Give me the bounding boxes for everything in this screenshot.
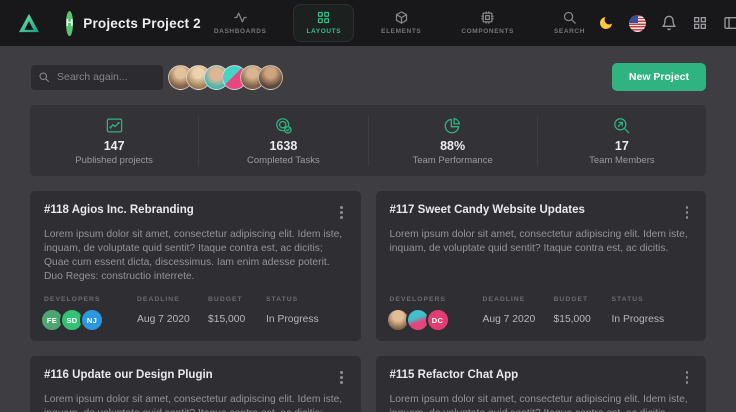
- navbar-actions: [598, 10, 736, 37]
- project-description: Lorem ipsum dolor sit amet, consectetur …: [390, 393, 693, 412]
- deadline-value: Aug 7 2020: [137, 308, 208, 332]
- kebab-menu-icon[interactable]: [336, 203, 347, 222]
- target-check-icon: [274, 116, 293, 135]
- moon-icon: [598, 15, 614, 31]
- stat-label: Published projects: [75, 155, 153, 166]
- project-description: Lorem ipsum dolor sit amet, consectetur …: [390, 228, 693, 256]
- sidebar-layout-icon: [723, 15, 736, 31]
- kebab-menu-icon[interactable]: [336, 368, 347, 387]
- project-card-footer: DEVELOPERS DC DEADLINE Aug 7 2020 BUDGET…: [390, 284, 693, 332]
- bell-icon: [661, 15, 677, 31]
- toolbar-row: New Project: [30, 63, 706, 91]
- projects-grid: #118 Agios Inc. Rebranding Lorem ipsum d…: [30, 191, 706, 412]
- nav-item-layouts[interactable]: LAYOUTS: [293, 4, 354, 42]
- stat-team-performance: 88% Team Performance: [369, 116, 538, 166]
- activity-icon: [233, 10, 248, 25]
- deadline-value: Aug 7 2020: [483, 308, 554, 332]
- sidebar-toggle-button[interactable]: [723, 15, 736, 31]
- stats-panel: 147 Published projects 1638 Completed Ta…: [30, 105, 706, 176]
- developer-avatar[interactable]: DC: [426, 308, 450, 332]
- notifications-button[interactable]: [661, 15, 677, 31]
- budget-value: $15,000: [208, 308, 266, 332]
- stat-published-projects: 147 Published projects: [30, 116, 199, 166]
- developers-label: DEVELOPERS: [390, 296, 483, 303]
- search-icon: [38, 71, 50, 83]
- project-title: #117 Sweet Candy Website Updates: [390, 203, 585, 217]
- stat-label: Team Members: [589, 155, 654, 166]
- status-label: STATUS: [266, 296, 319, 303]
- dark-mode-toggle[interactable]: [598, 15, 614, 31]
- cpu-icon: [480, 10, 495, 25]
- stat-value: 147: [104, 139, 125, 153]
- project-card: #116 Update our Design Plugin Lorem ipsu…: [30, 356, 361, 412]
- developer-avatars: DC: [390, 308, 483, 332]
- nav-item-search[interactable]: SEARCH: [541, 4, 598, 42]
- budget-label: BUDGET: [208, 296, 266, 303]
- team-avatar-group: [175, 65, 283, 90]
- status-label: STATUS: [612, 296, 665, 303]
- page-content: New Project 147 Published projects 1638 …: [0, 46, 736, 412]
- language-flag-icon[interactable]: [629, 15, 646, 32]
- page-title: Projects Project 2: [83, 16, 201, 31]
- status-value: In Progress: [266, 308, 319, 332]
- developer-avatars: FESDNJ: [44, 308, 137, 332]
- stat-completed-tasks: 1638 Completed Tasks: [199, 116, 368, 166]
- project-card: #115 Refactor Chat App Lorem ipsum dolor…: [376, 356, 707, 412]
- chart-line-icon: [105, 116, 124, 135]
- project-card-footer: DEVELOPERS FESDNJ DEADLINE Aug 7 2020 BU…: [44, 284, 347, 332]
- kebab-menu-icon[interactable]: [682, 368, 693, 387]
- brand-logo[interactable]: [18, 13, 40, 33]
- status-value: In Progress: [612, 308, 665, 332]
- deadline-label: DEADLINE: [483, 296, 554, 303]
- kebab-menu-icon[interactable]: [682, 203, 693, 222]
- stat-label: Team Performance: [412, 155, 492, 166]
- nav-item-elements[interactable]: ELEMENTS: [368, 4, 434, 42]
- developers-label: DEVELOPERS: [44, 296, 137, 303]
- budget-label: BUDGET: [554, 296, 612, 303]
- stat-value: 1638: [269, 139, 297, 153]
- pie-chart-icon: [443, 116, 462, 135]
- stat-value: 17: [615, 139, 629, 153]
- search-box: [30, 64, 164, 91]
- triangle-logo-icon: [18, 13, 40, 33]
- project-title: #118 Agios Inc. Rebranding: [44, 203, 194, 217]
- developer-avatar[interactable]: NJ: [80, 308, 104, 332]
- search-icon: [562, 10, 577, 25]
- new-project-button[interactable]: New Project: [612, 63, 706, 91]
- project-card: #118 Agios Inc. Rebranding Lorem ipsum d…: [30, 191, 361, 341]
- top-navbar: H Projects Project 2 DASHBOARDS LAYOUTS …: [0, 0, 736, 46]
- nav-item-dashboards[interactable]: DASHBOARDS: [201, 4, 280, 42]
- project-title: #115 Refactor Chat App: [390, 368, 519, 382]
- project-card: #117 Sweet Candy Website Updates Lorem i…: [376, 191, 707, 341]
- apps-grid-icon: [692, 15, 708, 31]
- search-input[interactable]: [30, 64, 164, 91]
- project-description: Lorem ipsum dolor sit amet, consectetur …: [44, 228, 347, 285]
- project-title: #116 Update our Design Plugin: [44, 368, 213, 382]
- project-avatar[interactable]: H: [66, 11, 73, 36]
- magnifier-arrow-icon: [612, 116, 631, 135]
- layout-grid-icon: [316, 10, 331, 25]
- stat-team-members: 17 Team Members: [538, 116, 706, 166]
- box-icon: [394, 10, 409, 25]
- deadline-label: DEADLINE: [137, 296, 208, 303]
- project-description: Lorem ipsum dolor sit amet, consectetur …: [44, 393, 347, 412]
- budget-value: $15,000: [554, 308, 612, 332]
- main-nav: DASHBOARDS LAYOUTS ELEMENTS COMPONENTS S…: [201, 4, 598, 42]
- nav-item-components[interactable]: COMPONENTS: [448, 4, 527, 42]
- apps-menu-button[interactable]: [692, 15, 708, 31]
- stat-value: 88%: [440, 139, 465, 153]
- stat-label: Completed Tasks: [247, 155, 320, 166]
- team-member-avatar[interactable]: [258, 65, 283, 90]
